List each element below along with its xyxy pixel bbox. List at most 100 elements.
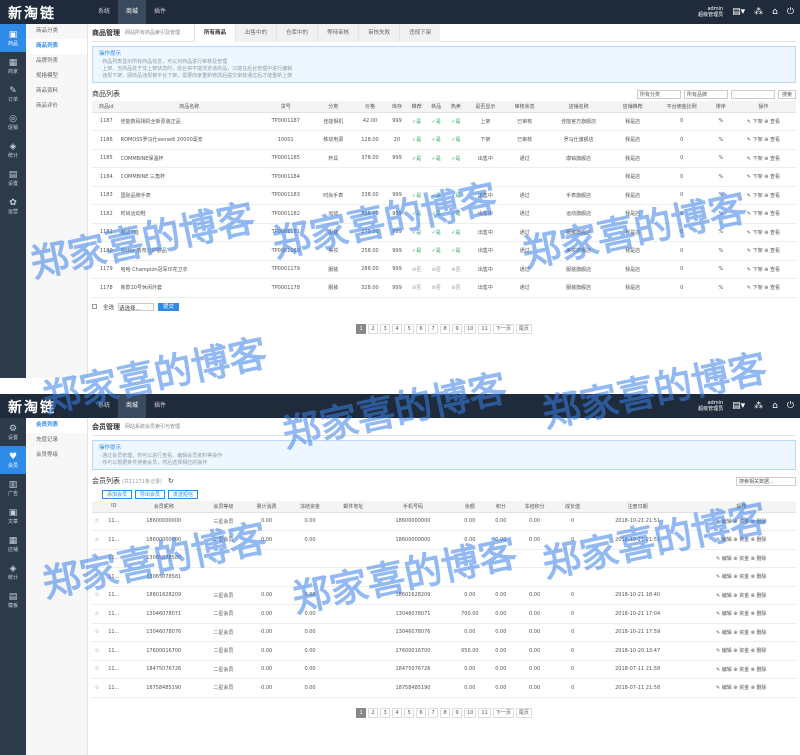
table-cell[interactable]: ☆	[92, 586, 102, 605]
export-member-button[interactable]: 导出会员	[135, 490, 166, 499]
table-cell[interactable]: ☆	[92, 530, 102, 550]
table-cell[interactable]: ✎ 下架 ⊕ 查看	[730, 167, 796, 187]
sidebar-item-articles[interactable]: ▣ 文章	[0, 502, 26, 530]
table-cell[interactable]: ✎ 下架 ⊕ 查看	[730, 186, 796, 205]
subnav-item[interactable]: 会员等级	[26, 448, 87, 463]
page-button[interactable]: 1	[356, 707, 367, 718]
page-button[interactable]: 1	[356, 323, 367, 334]
tab-failed[interactable]: 审核失败	[358, 23, 400, 42]
page-button[interactable]: 6	[416, 707, 427, 718]
page-button[interactable]: 6	[416, 323, 427, 334]
table-cell[interactable]: ☆	[92, 678, 102, 698]
power-icon[interactable]: ⏻	[787, 7, 794, 17]
sidebar-item-shops[interactable]: ▦ 店铺	[0, 530, 26, 558]
sidebar-item-order[interactable]: ✎ 订单	[0, 80, 26, 108]
tab-warehouse[interactable]: 仓库中的	[276, 23, 318, 42]
home-icon[interactable]: ⌂	[772, 7, 778, 17]
power-icon[interactable]: ⏻	[787, 401, 794, 411]
table-cell[interactable]: ✎ 编辑 ⊕ 资金 ⊗ 删除	[686, 660, 796, 679]
page-button[interactable]: 下一页	[492, 323, 514, 334]
sidebar-item-ads[interactable]: ▥ 广告	[0, 474, 26, 502]
subnav-item-active[interactable]: 会员列表	[26, 418, 87, 433]
sidebar-item-stats[interactable]: ◈ 统计	[0, 136, 26, 164]
tab-pending[interactable]: 等待审核	[317, 23, 359, 42]
nav-mall[interactable]: 商城	[118, 0, 147, 24]
table-cell[interactable]: ☆	[92, 512, 102, 531]
nav-plugins[interactable]: 插件	[146, 394, 174, 418]
table-cell[interactable]: ✎ 下架 ⊕ 查看	[730, 223, 796, 242]
page-button[interactable]: 4	[392, 707, 403, 718]
sidebar-item-promo[interactable]: ◎ 促销	[0, 108, 26, 136]
page-button[interactable]: 3	[380, 323, 391, 334]
sidebar-item-settings[interactable]: ▤ 设置	[0, 164, 26, 192]
tab-all[interactable]: 所有商品	[194, 23, 236, 42]
page-button[interactable]: 2	[368, 707, 379, 718]
nav-system[interactable]: 系统	[90, 394, 118, 418]
table-cell[interactable]: ☆	[92, 567, 102, 587]
page-button[interactable]: 尾页	[515, 323, 532, 334]
admin-info[interactable]: admin 超级管理员	[698, 400, 723, 412]
sidebar-item-settings[interactable]: ⚙ 设置	[0, 418, 26, 446]
table-cell[interactable]: ✎ 编辑 ⊕ 资金 ⊗ 删除	[686, 678, 796, 698]
table-cell[interactable]: ✎ 编辑 ⊕ 资金 ⊗ 删除	[686, 641, 796, 661]
page-button[interactable]: 9	[452, 323, 463, 334]
page-button[interactable]: 11	[478, 707, 491, 718]
subnav-item[interactable]: 商品资料	[26, 84, 87, 99]
table-cell[interactable]: ✎ 编辑 ⊕ 资金 ⊗ 删除	[686, 623, 796, 642]
subnav-item[interactable]: 充值记录	[26, 433, 87, 448]
table-cell[interactable]: ☆	[92, 641, 102, 661]
table-cell[interactable]: ✎ 下架 ⊕ 查看	[730, 260, 796, 279]
subnav-item-active[interactable]: 商品列表	[26, 39, 87, 54]
page-button[interactable]: 3	[380, 707, 391, 718]
page-button[interactable]: 10	[464, 323, 477, 334]
search-input[interactable]	[730, 89, 775, 99]
page-button[interactable]: 下一页	[492, 707, 514, 718]
page-button[interactable]: 尾页	[515, 707, 532, 718]
page-button[interactable]: 7	[428, 323, 439, 334]
page-button[interactable]: 7	[428, 707, 439, 718]
table-cell[interactable]: ✎ 下架 ⊕ 查看	[730, 112, 796, 131]
subnav-item[interactable]: 规格模型	[26, 69, 87, 84]
user-menu-icon[interactable]: ▤▾	[732, 7, 745, 17]
sidebar-item-members[interactable]: ♥ 会员	[0, 446, 26, 474]
table-cell[interactable]: ☆	[92, 549, 102, 568]
category-filter[interactable]: 所有分类	[636, 89, 681, 99]
table-cell[interactable]: ✎ 下架 ⊕ 查看	[730, 130, 796, 150]
page-button[interactable]: 9	[452, 707, 463, 718]
tab-on-sale[interactable]: 出售中的	[235, 23, 277, 42]
table-cell[interactable]: ✎ 编辑 ⊕ 资金 ⊗ 删除	[686, 549, 796, 568]
table-cell[interactable]: ✎ 编辑 ⊕ 资金 ⊗ 删除	[686, 530, 796, 550]
table-cell[interactable]: ✎ 编辑 ⊕ 资金 ⊗ 删除	[686, 512, 796, 531]
table-cell[interactable]: ✎ 编辑 ⊕ 资金 ⊗ 删除	[686, 567, 796, 587]
sidebar-item-merchant[interactable]: ▦ 商家	[0, 52, 26, 80]
page-button[interactable]: 2	[368, 323, 379, 334]
bulk-action-select[interactable]: 请选择...	[118, 302, 155, 312]
send-sms-button[interactable]: 发送短信	[168, 490, 199, 499]
table-cell[interactable]: ✎ 下架 ⊕ 查看	[730, 149, 796, 168]
sidebar-item-stats[interactable]: ◈ 统计	[0, 558, 26, 586]
table-cell[interactable]: ✎ 编辑 ⊕ 资金 ⊗ 删除	[686, 604, 796, 624]
table-cell[interactable]: ✎ 下架 ⊕ 查看	[730, 278, 796, 298]
table-cell[interactable]: ☆	[92, 623, 102, 642]
search-button[interactable]: 搜索	[777, 89, 796, 99]
sidebar-item-templates[interactable]: ▤ 模板	[0, 586, 26, 614]
user-menu-icon[interactable]: ▤▾	[732, 401, 745, 411]
add-member-button[interactable]: 添加会员	[102, 490, 133, 499]
page-button[interactable]: 8	[440, 707, 451, 718]
table-cell[interactable]: ✎ 编辑 ⊕ 资金 ⊗ 删除	[686, 586, 796, 605]
subnav-item[interactable]: 商品评价	[26, 99, 87, 114]
table-cell[interactable]: ☆	[92, 660, 102, 679]
admin-info[interactable]: admin 超级管理员	[698, 6, 723, 18]
network-icon[interactable]: ⁂	[754, 7, 763, 17]
page-button[interactable]: 4	[392, 323, 403, 334]
table-cell[interactable]: ☆	[92, 604, 102, 624]
page-button[interactable]: 11	[478, 323, 491, 334]
sidebar-item-goods[interactable]: ▣ 商品	[0, 24, 26, 52]
select-all-checkbox[interactable]	[92, 304, 97, 309]
subnav-item[interactable]: 商品分类	[26, 24, 87, 39]
member-search-input[interactable]: 搜索相关数据...	[736, 476, 796, 486]
network-icon[interactable]: ⁂	[754, 401, 763, 411]
bulk-submit-button[interactable]: 提交	[158, 302, 180, 311]
home-icon[interactable]: ⌂	[772, 401, 778, 411]
table-cell[interactable]: ✎ 下架 ⊕ 查看	[730, 241, 796, 261]
